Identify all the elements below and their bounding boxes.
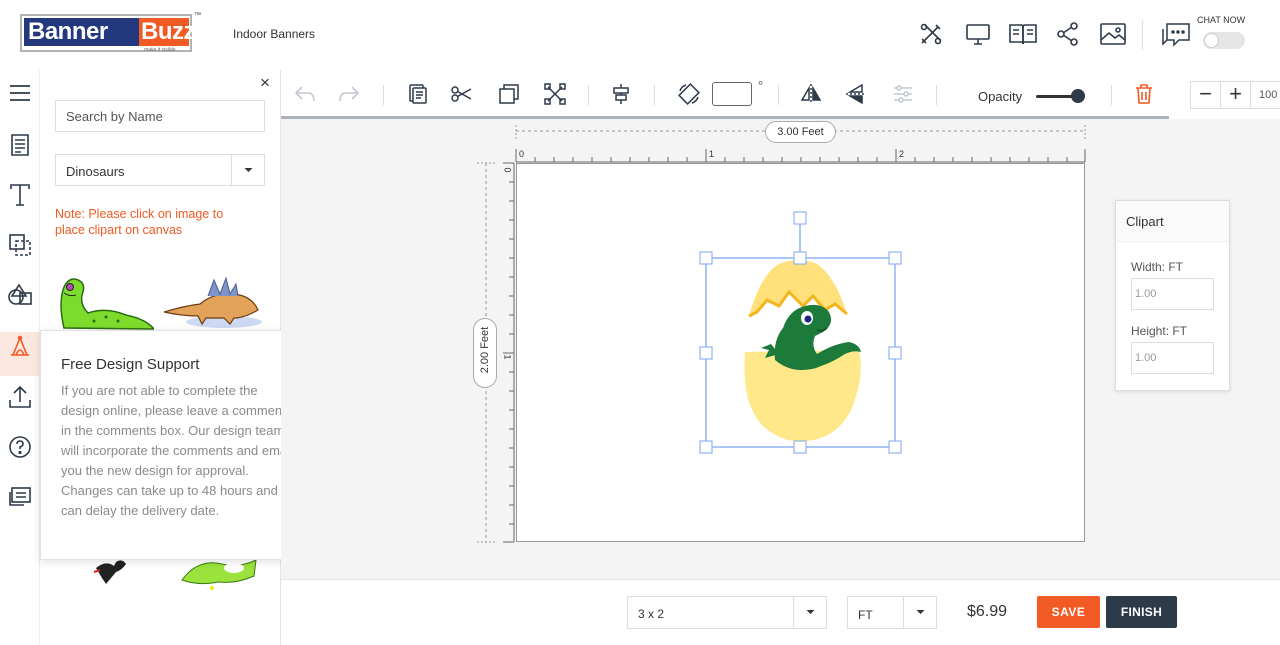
clipart-note: Note: Please click on image to place cli…	[55, 207, 224, 237]
toolbar-separator	[654, 85, 655, 105]
clipart-thumb-green-dino[interactable]	[54, 273, 154, 333]
logo-tagline: make it visible	[144, 47, 176, 53]
image-icon[interactable]	[1099, 21, 1126, 47]
paste-icon[interactable]	[405, 82, 429, 106]
cut-icon[interactable]	[450, 82, 474, 106]
size-select[interactable]: 3 x 2	[627, 596, 827, 629]
chat-now-label: CHAT NOW	[1197, 15, 1246, 25]
zoom-in-button[interactable]: +	[1221, 82, 1251, 108]
product-title: Indoor Banners	[233, 27, 316, 41]
zoom-control: − + 100	[1190, 81, 1280, 109]
category-select[interactable]: Dinosaurs	[55, 154, 265, 186]
unit-value: FT	[858, 608, 873, 622]
logo-word-buzz: Buzz	[139, 18, 196, 46]
toolbar-separator	[588, 85, 589, 105]
clipart-icon[interactable]	[7, 335, 33, 361]
canvas-height-badge: 2.00 Feet	[473, 318, 497, 388]
toolbar-separator	[936, 85, 937, 105]
panel-close-icon[interactable]: ×	[258, 74, 272, 91]
free-design-support-popup: Free Design Support × If you are not abl…	[40, 330, 310, 560]
opacity-slider-handle[interactable]	[1071, 89, 1085, 103]
clipart-height-input[interactable]	[1131, 342, 1214, 374]
toolbar-separator	[383, 85, 384, 105]
clipart-width-label: Width: FT	[1131, 260, 1184, 274]
zoom-value[interactable]: 100	[1259, 89, 1277, 101]
chat-toggle[interactable]	[1203, 32, 1245, 49]
ruler-top-label: 0	[519, 149, 525, 159]
redo-icon[interactable]	[337, 82, 361, 106]
toolbar-separator	[1111, 85, 1112, 105]
book-icon[interactable]	[1008, 21, 1037, 47]
comments-icon[interactable]	[7, 484, 33, 510]
chevron-down-icon[interactable]	[903, 597, 936, 628]
ruler-left-label: 0	[502, 167, 513, 173]
popup-title: Free Design Support	[61, 356, 200, 373]
align-center-icon[interactable]	[609, 82, 633, 106]
logo-word-banner: Banner	[24, 18, 140, 46]
chevron-down-icon[interactable]	[793, 597, 826, 628]
undo-icon[interactable]	[293, 82, 317, 106]
layers-icon[interactable]	[7, 232, 33, 258]
price-display: $6.99	[967, 603, 1008, 620]
header-divider	[1142, 20, 1143, 50]
zoom-out-button[interactable]: −	[1191, 82, 1221, 108]
category-value: Dinosaurs	[66, 164, 125, 179]
tools-icon[interactable]	[918, 21, 944, 47]
template-icon[interactable]	[7, 132, 33, 158]
size-value: 3 x 2	[638, 607, 665, 621]
degree-symbol: °	[758, 78, 764, 93]
chat-bubble-icon[interactable]	[1159, 20, 1190, 47]
clipart-width-input[interactable]	[1131, 278, 1214, 310]
clipart-properties-panel: Clipart Width: FT Height: FT	[1115, 200, 1230, 391]
help-icon[interactable]	[7, 434, 33, 460]
canvas-height-label: 2.00 Feet	[479, 326, 491, 374]
group-icon[interactable]	[543, 82, 567, 106]
logo-trademark: ™	[194, 12, 201, 19]
canvas-width-badge: 3.00 Feet	[765, 121, 836, 143]
clipart-thumb-black-dino[interactable]	[92, 558, 152, 590]
footer-bar: 3 x 2 FT $6.99 SAVE FINISH	[281, 579, 1280, 645]
ruler-top-label: 1	[709, 149, 715, 159]
selected-clipart[interactable]	[517, 164, 1084, 541]
desktop-icon[interactable]	[965, 21, 991, 47]
clipart-height-label: Height: FT	[1131, 324, 1188, 338]
left-ruler-ticks	[503, 162, 514, 543]
popup-body: If you are not able to complete the desi…	[61, 383, 293, 518]
ruler-left-label: 1	[502, 354, 513, 360]
chevron-down-icon[interactable]	[231, 155, 264, 185]
flip-vertical-icon[interactable]	[844, 82, 868, 106]
opacity-label: Opacity	[978, 89, 1023, 104]
rotate-icon[interactable]	[677, 82, 701, 106]
share-icon[interactable]	[1055, 21, 1081, 47]
adjust-sliders-icon[interactable]	[891, 82, 915, 106]
menu-icon[interactable]	[7, 80, 33, 106]
trash-icon[interactable]	[1132, 82, 1156, 106]
design-canvas[interactable]	[516, 163, 1085, 542]
finish-button[interactable]: FINISH	[1106, 596, 1177, 628]
left-rail	[0, 70, 40, 645]
top-ruler-ticks	[515, 149, 1086, 162]
ruler-top-label: 2	[899, 149, 905, 159]
save-button[interactable]: SAVE	[1037, 596, 1100, 628]
clipart-thumb-ankylosaurus[interactable]	[164, 274, 264, 329]
chat-toggle-knob	[1204, 33, 1219, 48]
toolbar-separator	[778, 85, 779, 105]
upload-icon[interactable]	[7, 384, 33, 410]
duplicate-icon[interactable]	[497, 82, 521, 106]
rotation-input[interactable]	[712, 82, 752, 106]
editor-toolbar: ° Opacity − + 100	[281, 70, 1280, 118]
bannerbuzz-logo[interactable]: Banner Buzz ™ make it visible	[20, 12, 201, 54]
flip-horizontal-icon[interactable]	[799, 82, 823, 106]
shapes-icon[interactable]	[7, 282, 33, 308]
unit-select[interactable]: FT	[847, 596, 937, 629]
clipart-panel-title: Clipart	[1116, 201, 1229, 242]
text-icon[interactable]	[7, 182, 33, 208]
clipart-search-input[interactable]	[55, 100, 265, 132]
header: Banner Buzz ™ make it visible Indoor Ban…	[0, 0, 1280, 70]
